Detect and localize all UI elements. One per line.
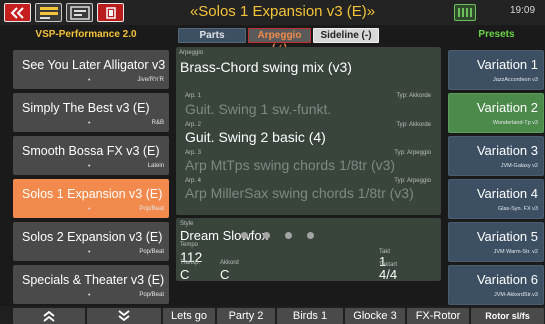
arp-3-label: Arp. 3 xyxy=(185,150,202,156)
style-category: R&B xyxy=(151,120,164,126)
clock-display: 19:09 xyxy=(510,5,536,16)
tab-arpeggio[interactable]: Arpeggio (✓) xyxy=(248,28,311,54)
style-name: Simply The Best v3 (E) xyxy=(22,101,150,115)
tempo-label: Tempo xyxy=(180,242,199,248)
variation-5-button[interactable]: Variation 5 JVM Warm-Str. v2 xyxy=(448,222,544,262)
clock-icon[interactable] xyxy=(454,4,476,21)
style-category: Jive/R'n'R xyxy=(137,77,164,83)
beat-dot xyxy=(263,232,270,239)
style-item[interactable]: Solos 2 Expansion v3 (E) • Pop/Beat xyxy=(13,222,169,261)
button-rotor-slow-fast[interactable]: Rotor sl/fs xyxy=(471,308,544,324)
presets-title: Presets xyxy=(478,29,515,40)
style-item[interactable]: Specials & Theater v3 (E) • Pop/Beat xyxy=(13,265,169,304)
style-category: Pop/Beat xyxy=(139,292,164,298)
arp-1-name: Guit. Swing 1 sw.-funkt. xyxy=(185,101,332,117)
variation-name: Variation 2 xyxy=(476,100,538,115)
style-category: Pop/Beat xyxy=(139,206,164,212)
style-label: Style xyxy=(180,221,194,227)
registration-button[interactable] xyxy=(35,3,62,22)
variation-name: Variation 5 xyxy=(476,229,538,244)
double-chevron-down-icon xyxy=(118,310,130,322)
style-name: Smooth Bossa FX v3 (E) xyxy=(22,144,160,158)
back-button[interactable] xyxy=(4,3,31,22)
style-dot: • xyxy=(88,292,91,299)
screen-button[interactable] xyxy=(66,3,93,22)
style-item-selected[interactable]: Solos 1 Expansion v3 (E) • Pop/Beat xyxy=(13,179,169,218)
arpeggio-label: Arpeggio xyxy=(179,50,204,56)
style-dot: • xyxy=(88,120,91,127)
variation-sound: Glas-Syn. FX v3 xyxy=(497,206,538,212)
arpeggio-name: Brass-Chord swing mix (v3) xyxy=(180,59,352,75)
beat-dot xyxy=(241,232,248,239)
beat-dot xyxy=(307,232,314,239)
akkord-value: C xyxy=(220,267,230,282)
tab-sideline[interactable]: Sideline (-) xyxy=(313,28,379,43)
variation-sound: JVM-Galaxy v2 xyxy=(500,163,538,169)
arp-3-name: Arp MtTps swing chords 1/8tr (v3) xyxy=(185,157,396,173)
variation-sound: JazzAccordeon v3 xyxy=(493,77,538,83)
variation-name: Variation 4 xyxy=(476,186,538,201)
record-button[interactable] xyxy=(97,3,124,22)
registration-icon xyxy=(39,6,58,19)
arpeggio-panel[interactable]: Arpeggio Brass-Chord swing mix (v3) Arp.… xyxy=(176,47,441,215)
arp-3-type: Typ: Arpeggio xyxy=(394,150,431,156)
variation-6-button[interactable]: Variation 6 JVM-AkkordStr.v3 xyxy=(448,265,544,305)
button-fx-rotor[interactable]: FX-Rotor xyxy=(407,308,469,324)
akkord-label: Akkord xyxy=(220,260,239,266)
scroll-down-button[interactable] xyxy=(87,308,161,324)
arp-2-label: Arp. 2 xyxy=(185,122,202,128)
variation-name: Variation 3 xyxy=(476,143,538,158)
screen-icon xyxy=(69,5,90,20)
window-title: «Solos 1 Expansion v3 (E)» xyxy=(189,3,376,20)
style-category: Pop/Beat xyxy=(139,249,164,255)
style-dot: • xyxy=(88,249,91,256)
arp-2-type: Typ: Akkorde xyxy=(396,122,431,128)
arp-4-type: Typ: Arpeggio xyxy=(394,178,431,184)
style-category: Latein xyxy=(147,163,164,169)
transp-value: C xyxy=(180,267,190,282)
beat-indicator xyxy=(236,232,326,242)
taktart-value: 4/4 xyxy=(379,267,398,282)
beat-dot xyxy=(285,232,292,239)
button-party-2[interactable]: Party 2 xyxy=(217,308,275,324)
back-icon xyxy=(10,6,24,19)
arp-1-type: Typ: Akkorde xyxy=(396,93,431,99)
style-item[interactable]: Smooth Bossa FX v3 (E) • Latein xyxy=(13,136,169,175)
scroll-up-button[interactable] xyxy=(13,308,85,324)
style-dot: • xyxy=(88,163,91,170)
style-item[interactable]: Simply The Best v3 (E) • R&B xyxy=(13,93,169,132)
button-lets-go[interactable]: Lets go xyxy=(163,308,215,324)
variation-2-button[interactable]: Variation 2 Wonderland-Tp v3 xyxy=(448,93,544,133)
style-dot: • xyxy=(88,77,91,84)
arp-4-name: Arp MillerSax swing chords 1/8tr (v3) xyxy=(185,185,414,201)
style-name: Solos 2 Expansion v3 (E) xyxy=(22,230,163,244)
variation-sound: JVM Warm-Str. v2 xyxy=(493,249,538,255)
button-birds-1[interactable]: Birds 1 xyxy=(277,308,343,324)
variation-sound: Wonderland-Tp v3 xyxy=(492,120,538,126)
variation-4-button[interactable]: Variation 4 Glas-Syn. FX v3 xyxy=(448,179,544,219)
style-item[interactable]: See You Later Alligator v3 • Jive/R'n'R xyxy=(13,50,169,89)
variation-sound: JVM-AkkordStr.v3 xyxy=(493,292,538,298)
style-name: Solos 1 Expansion v3 (E) xyxy=(22,187,163,201)
arp-4-label: Arp. 4 xyxy=(185,178,202,184)
transp-label: Transp. xyxy=(180,260,201,266)
style-panel[interactable]: Style Dream Slowfox Tempo 112 Takt 1 Tra… xyxy=(176,218,441,282)
variation-name: Variation 1 xyxy=(476,57,538,72)
record-icon xyxy=(105,6,116,19)
style-name: Specials & Theater v3 (E) xyxy=(22,273,165,287)
style-dot: • xyxy=(88,206,91,213)
variation-name: Variation 6 xyxy=(476,272,538,287)
variation-1-button[interactable]: Variation 1 JazzAccordeon v3 xyxy=(448,50,544,90)
button-glocke-3[interactable]: Glocke 3 xyxy=(345,308,405,324)
arp-2-name: Guit. Swing 2 basic (4) xyxy=(185,129,326,145)
arp-1-label: Arp. 1 xyxy=(185,93,202,99)
style-name: See You Later Alligator v3 xyxy=(22,58,166,72)
double-chevron-up-icon xyxy=(43,310,55,322)
top-bar: «Solos 1 Expansion v3 (E)» 19:09 xyxy=(0,0,545,25)
style-list-title: VSP-Performance 2.0 xyxy=(35,29,137,40)
tab-parts[interactable]: Parts xyxy=(178,28,246,43)
variation-3-button[interactable]: Variation 3 JVM-Galaxy v2 xyxy=(448,136,544,176)
